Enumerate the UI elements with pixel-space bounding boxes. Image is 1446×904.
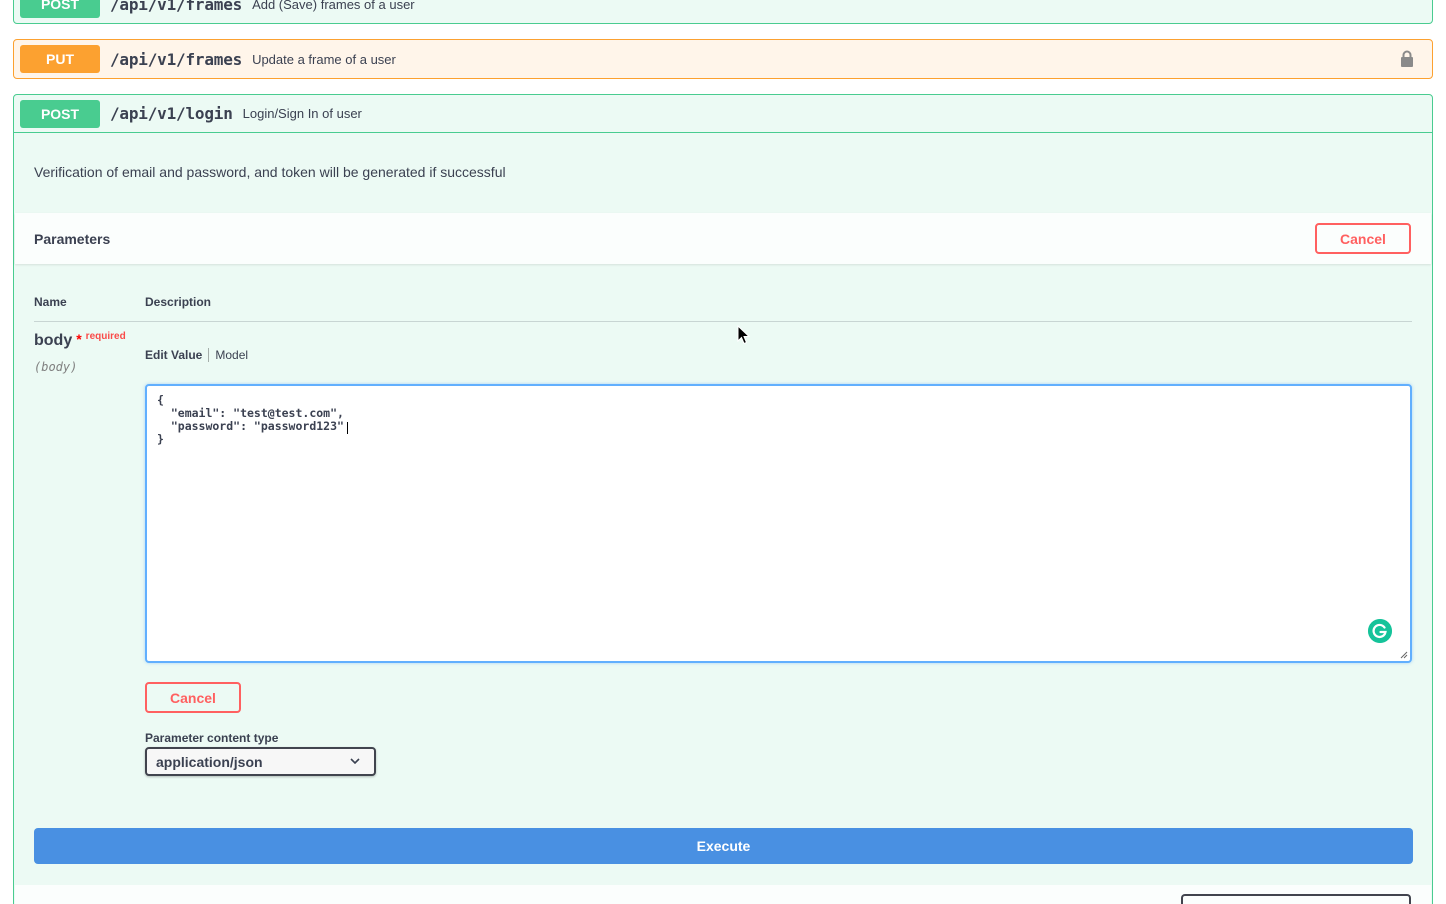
operation-description: Verification of email and password, and … (34, 164, 506, 180)
table-header-divider (34, 321, 1412, 322)
parameters-header: Parameters Cancel (15, 213, 1431, 264)
body-textarea[interactable]: { "email": "test@test.com", "password": … (145, 384, 1412, 663)
mouse-cursor-icon (737, 325, 751, 345)
responses-header (15, 885, 1431, 904)
content-type-select[interactable]: application/json (145, 747, 376, 776)
text-caret (347, 422, 348, 434)
endpoint-path: /api/v1/frames (110, 49, 243, 69)
opblock-post-login: POST /api/v1/login Login/Sign In of user… (13, 94, 1433, 904)
content-type-label: Parameter content type (145, 731, 279, 745)
parameter-name-label: body (34, 332, 73, 349)
parameter-location: (body) (34, 360, 78, 374)
resize-handle-icon[interactable] (1400, 651, 1408, 659)
lock-icon[interactable] (1400, 50, 1414, 68)
opblock-summary-put-frames[interactable]: PUT /api/v1/frames Update a frame of a u… (14, 40, 1432, 78)
chevron-down-icon (350, 758, 360, 764)
body-tabs: Edit Value Model (145, 348, 248, 362)
endpoint-summary: Login/Sign In of user (242, 106, 362, 121)
opblock-post-frames: POST /api/v1/frames Add (Save) frames of… (13, 0, 1433, 24)
column-header-description: Description (145, 295, 212, 309)
opblock-put-frames: PUT /api/v1/frames Update a frame of a u… (13, 39, 1433, 79)
grammarly-icon[interactable] (1368, 619, 1392, 643)
method-badge-post: POST (20, 0, 100, 18)
try-out-cancel-button[interactable]: Cancel (1315, 223, 1411, 254)
content-type-value: application/json (156, 753, 263, 770)
editor-cancel-button[interactable]: Cancel (145, 682, 241, 713)
tab-separator (208, 348, 210, 362)
method-badge-put: PUT (20, 45, 100, 73)
endpoint-path: /api/v1/frames (110, 0, 243, 14)
endpoint-summary: Update a frame of a user (252, 51, 396, 67)
method-badge-post: POST (20, 99, 100, 128)
tab-edit-value[interactable]: Edit Value (145, 348, 202, 362)
required-star: * (76, 331, 82, 347)
execute-button[interactable]: Execute (34, 828, 1413, 864)
parameter-name: body * required (34, 331, 126, 350)
endpoint-path: /api/v1/login (110, 104, 233, 123)
endpoint-summary: Add (Save) frames of a user (252, 0, 415, 12)
parameters-title: Parameters (34, 230, 111, 247)
tab-model[interactable]: Model (215, 348, 248, 362)
opblock-summary-post-frames[interactable]: POST /api/v1/frames Add (Save) frames of… (14, 0, 1432, 23)
body-text: { "email": "test@test.com", "password": … (157, 393, 344, 446)
opblock-summary-post-login[interactable]: POST /api/v1/login Login/Sign In of user (14, 95, 1432, 133)
column-header-name: Name (34, 295, 67, 309)
response-content-type-select[interactable] (1181, 894, 1411, 904)
required-label: required (85, 331, 126, 342)
